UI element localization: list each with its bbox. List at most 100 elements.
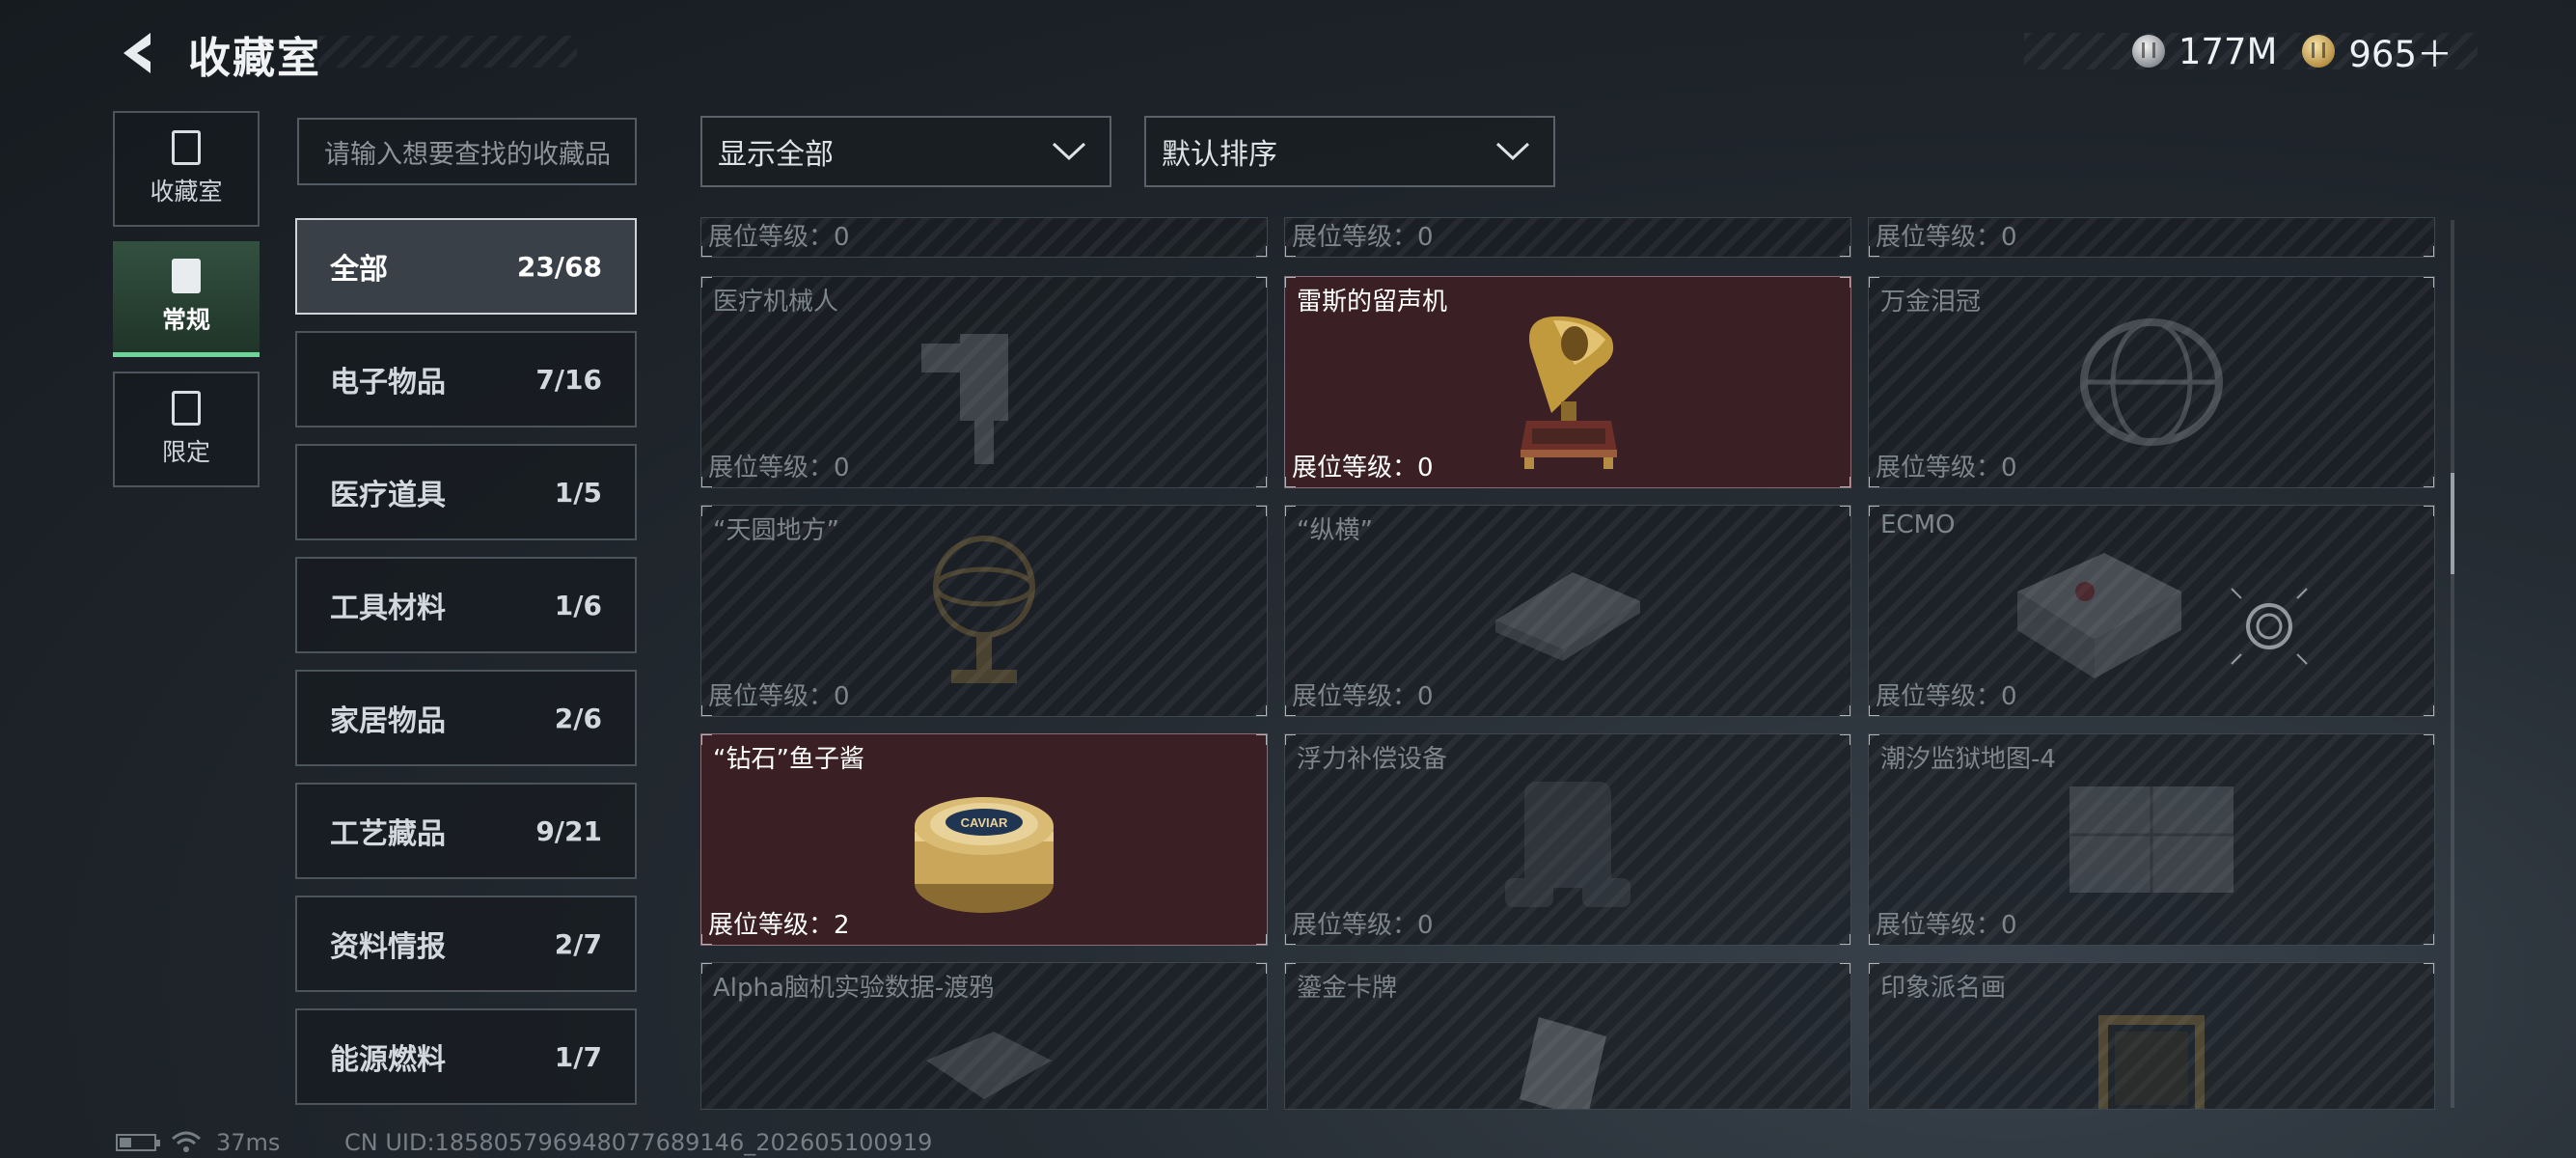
collectible-card[interactable]: 鎏金卡牌 — [1284, 962, 1851, 1110]
booth-level: 展位等级：0 — [1876, 911, 2017, 940]
item-name: 鎏金卡牌 — [1297, 974, 1398, 1003]
search-input[interactable]: 请输入想要查找的收藏品 — [297, 118, 637, 185]
booth-level: 展位等级：2 — [708, 911, 850, 940]
back-button[interactable] — [114, 29, 162, 77]
category-electronics[interactable]: 电子物品 7/16 — [295, 331, 637, 427]
item-name: 潮汐监狱地图-4 — [1880, 745, 2056, 774]
booth-level: 展位等级：0 — [708, 682, 850, 711]
booth-level: 展位等级：0 — [708, 223, 850, 252]
target-icon — [2231, 588, 2308, 665]
item-name: 医疗机械人 — [713, 288, 839, 317]
sort-label: 默认排序 — [1162, 138, 1277, 172]
status-bar: 37ms — [116, 1129, 280, 1156]
gramophone-icon — [1521, 316, 1617, 469]
silver-currency-value: 177M — [2178, 30, 2278, 72]
category-energy[interactable]: 能源燃料 1/7 — [295, 1008, 637, 1105]
collectible-card[interactable]: 万金泪冠 展位等级：0 — [1868, 276, 2435, 488]
grid-scrollbar-thumb[interactable] — [2451, 473, 2454, 574]
medical-robot-icon — [921, 334, 1008, 464]
rail-tab-collection-room[interactable]: 收藏室 — [113, 111, 260, 227]
collectible-card[interactable]: ECMO 展位等级：0 — [1868, 505, 2435, 717]
item-name: 浮力补偿设备 — [1297, 745, 1448, 774]
category-label: 医疗道具 — [330, 479, 446, 512]
data-device-icon — [926, 1031, 1052, 1099]
sort-dropdown[interactable]: 默认排序 — [1144, 116, 1555, 187]
search-placeholder: 请输入想要查找的收藏品 — [324, 139, 611, 170]
display-filter-label: 显示全部 — [718, 138, 834, 172]
collectible-card[interactable]: “天圆地方” 展位等级：0 — [700, 505, 1268, 717]
collectible-card[interactable]: 印象派名画 — [1868, 962, 2435, 1110]
rail-tab-regular[interactable]: 常规 — [113, 241, 260, 357]
category-label: 电子物品 — [330, 366, 446, 400]
collection-room-icon — [172, 130, 201, 165]
collectible-card[interactable]: 潮汐监狱地图-4 展位等级：0 — [1868, 733, 2435, 946]
booth-level: 展位等级：0 — [1292, 223, 1434, 252]
rail-tab-label: 常规 — [161, 305, 210, 334]
category-tools[interactable]: 工具材料 1/6 — [295, 557, 637, 653]
collectible-card-owned[interactable]: CAVIAR “钻石”鱼子酱 展位等级：2 — [700, 733, 1268, 946]
category-label: 能源燃料 — [330, 1043, 446, 1077]
rail-tab-limited[interactable]: 限定 — [113, 372, 260, 487]
collectible-card-partial[interactable]: 展位等级：0 — [1868, 217, 2435, 258]
armillary-sphere-icon — [933, 536, 1035, 683]
item-name: 雷斯的留声机 — [1297, 288, 1448, 317]
caviar-tin-icon: CAVIAR — [915, 796, 1054, 913]
booth-level: 展位等级：0 — [1876, 223, 2017, 252]
category-intel[interactable]: 资料情报 2/7 — [295, 896, 637, 992]
booth-level: 展位等级：0 — [1292, 911, 1434, 940]
painting-icon — [2098, 1014, 2205, 1109]
category-count: 2/7 — [554, 927, 602, 960]
collectible-card-owned[interactable]: 雷斯的留声机 展位等级：0 — [1284, 276, 1851, 488]
gilded-card-icon — [1520, 1016, 1606, 1109]
item-name: 万金泪冠 — [1880, 288, 1982, 317]
item-name: Alpha脑机实验数据-渡鸦 — [713, 974, 995, 1003]
booth-level: 展位等级：0 — [708, 454, 850, 482]
item-name: ECMO — [1880, 510, 1956, 539]
ping-value: 37ms — [216, 1129, 281, 1156]
item-name: “天圆地方” — [713, 516, 839, 545]
map-icon — [2069, 786, 2233, 893]
page-title: 收藏室 — [188, 34, 321, 83]
collectible-card[interactable]: 浮力补偿设备 展位等级：0 — [1284, 733, 1851, 946]
grid-scrollbar-track[interactable] — [2451, 220, 2454, 1108]
category-count: 2/6 — [554, 702, 602, 734]
category-count: 9/21 — [535, 814, 602, 847]
battery-icon — [116, 1134, 160, 1151]
category-count: 1/5 — [554, 476, 602, 509]
category-label: 工艺藏品 — [330, 817, 446, 851]
category-count: 7/16 — [535, 363, 602, 396]
category-count: 23/68 — [516, 250, 602, 283]
collectible-card-partial[interactable]: 展位等级：0 — [700, 217, 1268, 258]
chevron-down-icon — [1052, 142, 1086, 161]
booth-level: 展位等级：0 — [1292, 454, 1434, 482]
booth-level: 展位等级：0 — [1876, 454, 2017, 482]
chevron-down-icon — [1495, 142, 1530, 161]
booth-level: 展位等级：0 — [1876, 682, 2017, 711]
rail-tab-label: 限定 — [161, 438, 210, 466]
category-label: 家居物品 — [330, 704, 446, 738]
item-name: 印象派名画 — [1880, 974, 2007, 1003]
category-all[interactable]: 全部 23/68 — [295, 218, 637, 315]
gold-currency-value: 965＋ — [2348, 34, 2453, 75]
display-filter-dropdown[interactable]: 显示全部 — [700, 116, 1111, 187]
category-medical[interactable]: 医疗道具 1/5 — [295, 444, 637, 540]
category-label: 资料情报 — [330, 930, 446, 964]
buoyancy-device-icon — [1505, 782, 1631, 907]
category-count: 1/6 — [554, 589, 602, 621]
gold-coin-icon — [2302, 35, 2336, 68]
crown-icon — [2080, 318, 2223, 446]
rail-tab-label: 收藏室 — [150, 178, 223, 206]
title-decoration — [318, 36, 577, 68]
category-label: 全部 — [330, 253, 388, 287]
uid-text: CN UID:185805796948077689146_20260510091… — [344, 1129, 933, 1156]
collectible-card-partial[interactable]: 展位等级：0 — [1284, 217, 1851, 258]
category-household[interactable]: 家居物品 2/6 — [295, 670, 637, 766]
ecmo-machine-icon — [2017, 553, 2182, 678]
wifi-icon — [172, 1131, 201, 1152]
category-crafts[interactable]: 工艺藏品 9/21 — [295, 783, 637, 879]
collectible-card[interactable]: Alpha脑机实验数据-渡鸦 — [700, 962, 1268, 1110]
collectible-card[interactable]: “纵横” 展位等级：0 — [1284, 505, 1851, 717]
regular-icon — [172, 258, 201, 293]
category-count: 1/7 — [554, 1040, 602, 1073]
collectible-card[interactable]: 医疗机械人 展位等级：0 — [700, 276, 1268, 488]
